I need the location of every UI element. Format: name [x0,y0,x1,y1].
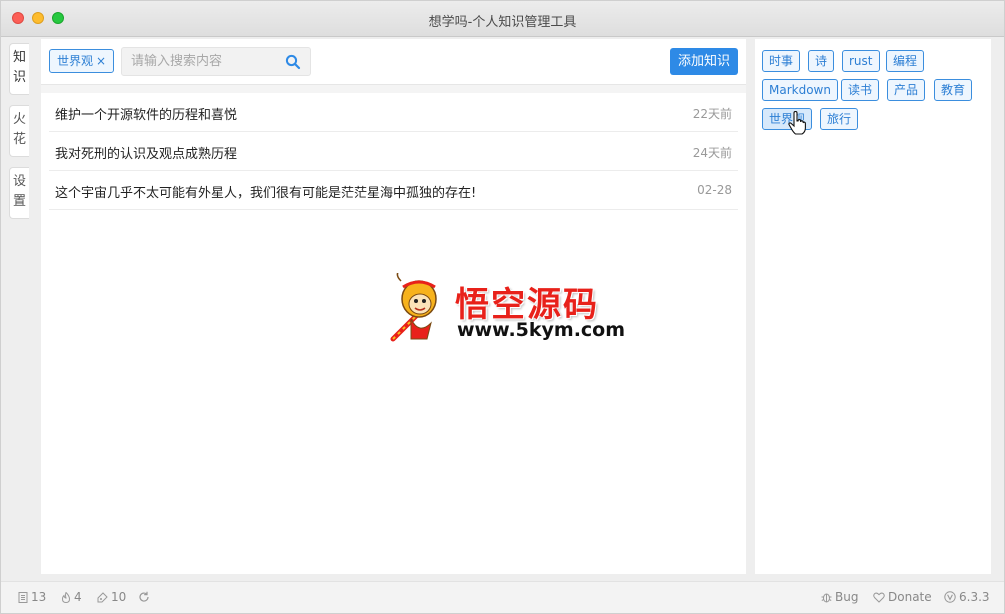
sync-icon [139,591,149,602]
search-icon[interactable] [285,54,301,70]
title-bar[interactable]: 想学吗-个人知识管理工具 [1,1,1004,37]
tag-item[interactable]: Markdown [762,79,838,101]
status-bar: 13 4 10 Bug Donate 6.3.3 [1,581,1004,613]
sync-button[interactable] [138,590,153,604]
remove-filter-button[interactable]: × [96,54,106,68]
tab-settings-char-1: 设 [12,174,26,189]
list-item[interactable]: 这个宇宙几乎不太可能有外星人，我们很有可能是茫茫星海中孤独的存在! 02-28 [49,171,738,210]
monkey-logo-icon [390,273,437,342]
list-item-title: 我对死刑的认识及观点成熟历程 [55,147,238,162]
donate-label: Donate [888,590,932,604]
toolbar: 世界观× 添加知识 [41,39,746,85]
tag-item[interactable]: 编程 [886,50,925,72]
spark-count-value: 4 [74,590,82,604]
tag-item[interactable]: 旅行 [820,108,859,130]
tag-count: 10 [97,590,126,604]
bug-icon [821,593,832,603]
tag-item[interactable]: 教育 [934,79,973,101]
version-icon [944,591,956,603]
bug-link[interactable]: Bug [821,590,858,604]
list-item-date: 22天前 [692,107,732,121]
tab-settings-char-2: 置 [12,194,26,209]
tab-spark-char-2: 花 [12,132,26,147]
donate-link[interactable]: Donate [873,590,932,604]
list-item-title: 这个宇宙几乎不太可能有外星人，我们很有可能是茫茫星海中孤独的存在! [55,186,477,201]
watermark: 悟空源码 www.5kym.com [389,273,625,345]
tab-knowledge[interactable]: 知 识 [9,43,29,95]
list-item[interactable]: 维护一个开源软件的历程和喜悦 22天前 [49,93,738,132]
tab-knowledge-char-1: 知 [12,50,26,65]
tab-settings[interactable]: 设 置 [9,167,29,219]
search-input[interactable] [122,48,282,75]
tag-count-value: 10 [111,590,127,604]
watermark-url: www.5kym.com [457,319,626,341]
hand-pointer-cursor-icon [788,111,806,135]
active-filter-label: 世界观 [57,54,94,68]
tag-item[interactable]: 诗 [808,50,835,72]
doc-count: 13 [18,590,46,604]
fire-icon [61,591,71,604]
tag-icon [97,592,108,603]
version-value: 6.3.3 [959,590,990,604]
app-window: 想学吗-个人知识管理工具 知 识 火 花 设 置 世界观× 添加知识 [0,0,1005,614]
spark-count: 4 [61,590,82,604]
doc-count-value: 13 [31,590,47,604]
document-icon [18,592,28,603]
add-knowledge-button[interactable]: 添加知识 [670,48,738,75]
tag-item[interactable]: 产品 [887,79,926,101]
list-item-title: 维护一个开源软件的历程和喜悦 [55,108,238,123]
window-title: 想学吗-个人知识管理工具 [428,15,577,30]
tag-item[interactable]: 时事 [762,50,801,72]
tab-knowledge-char-2: 识 [12,70,26,85]
list-item-date: 02-28 [697,183,732,197]
search-box [121,47,311,76]
list-item-date: 24天前 [692,146,732,160]
tag-item[interactable]: rust [842,50,880,72]
version-info: 6.3.3 [944,590,990,604]
bug-label: Bug [835,590,859,604]
tab-spark[interactable]: 火 花 [9,105,29,157]
tab-spark-char-1: 火 [12,112,26,127]
list-item[interactable]: 我对死刑的认识及观点成熟历程 24天前 [49,132,738,171]
heart-icon [873,592,885,603]
active-filter-tag[interactable]: 世界观 × [49,49,115,73]
tag-item[interactable]: 读书 [841,79,880,101]
